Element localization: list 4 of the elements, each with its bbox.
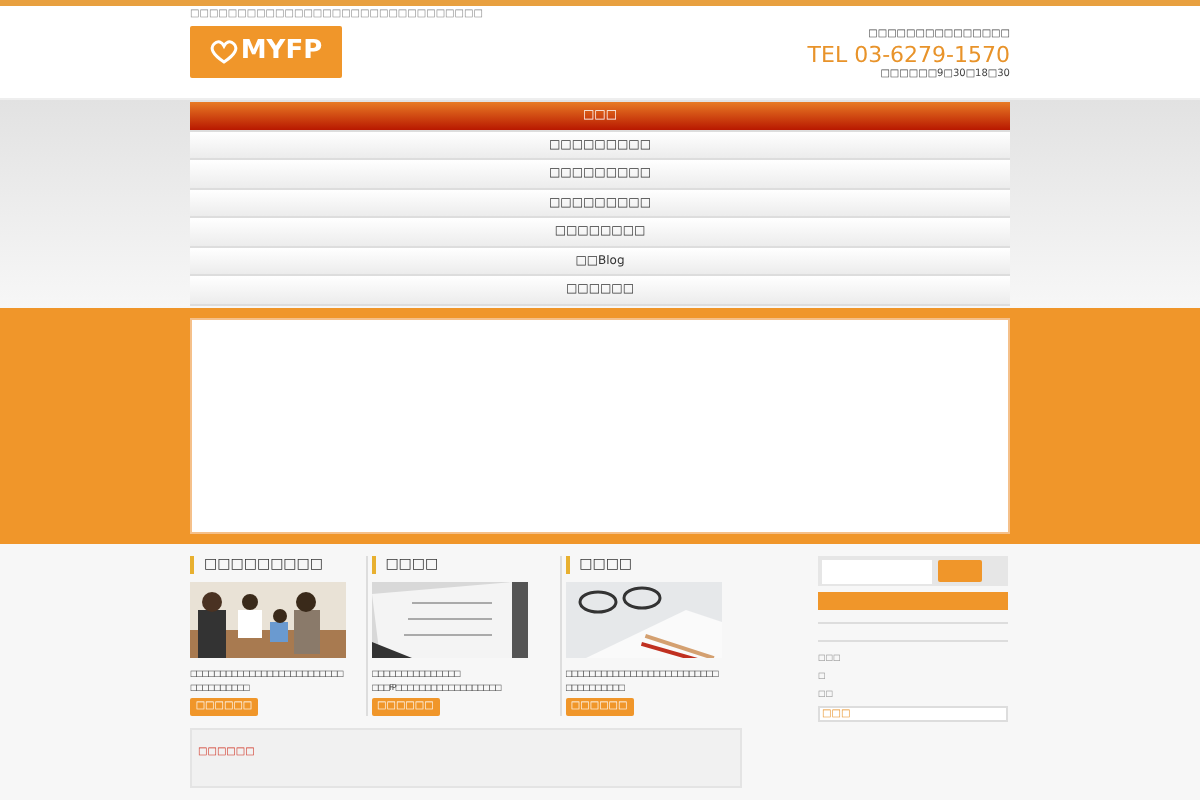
phone-number: TEL 03-6279-1570 [807,43,1010,67]
heart-icon [209,39,238,63]
search-field[interactable] [821,559,931,583]
search-button[interactable] [937,559,981,581]
